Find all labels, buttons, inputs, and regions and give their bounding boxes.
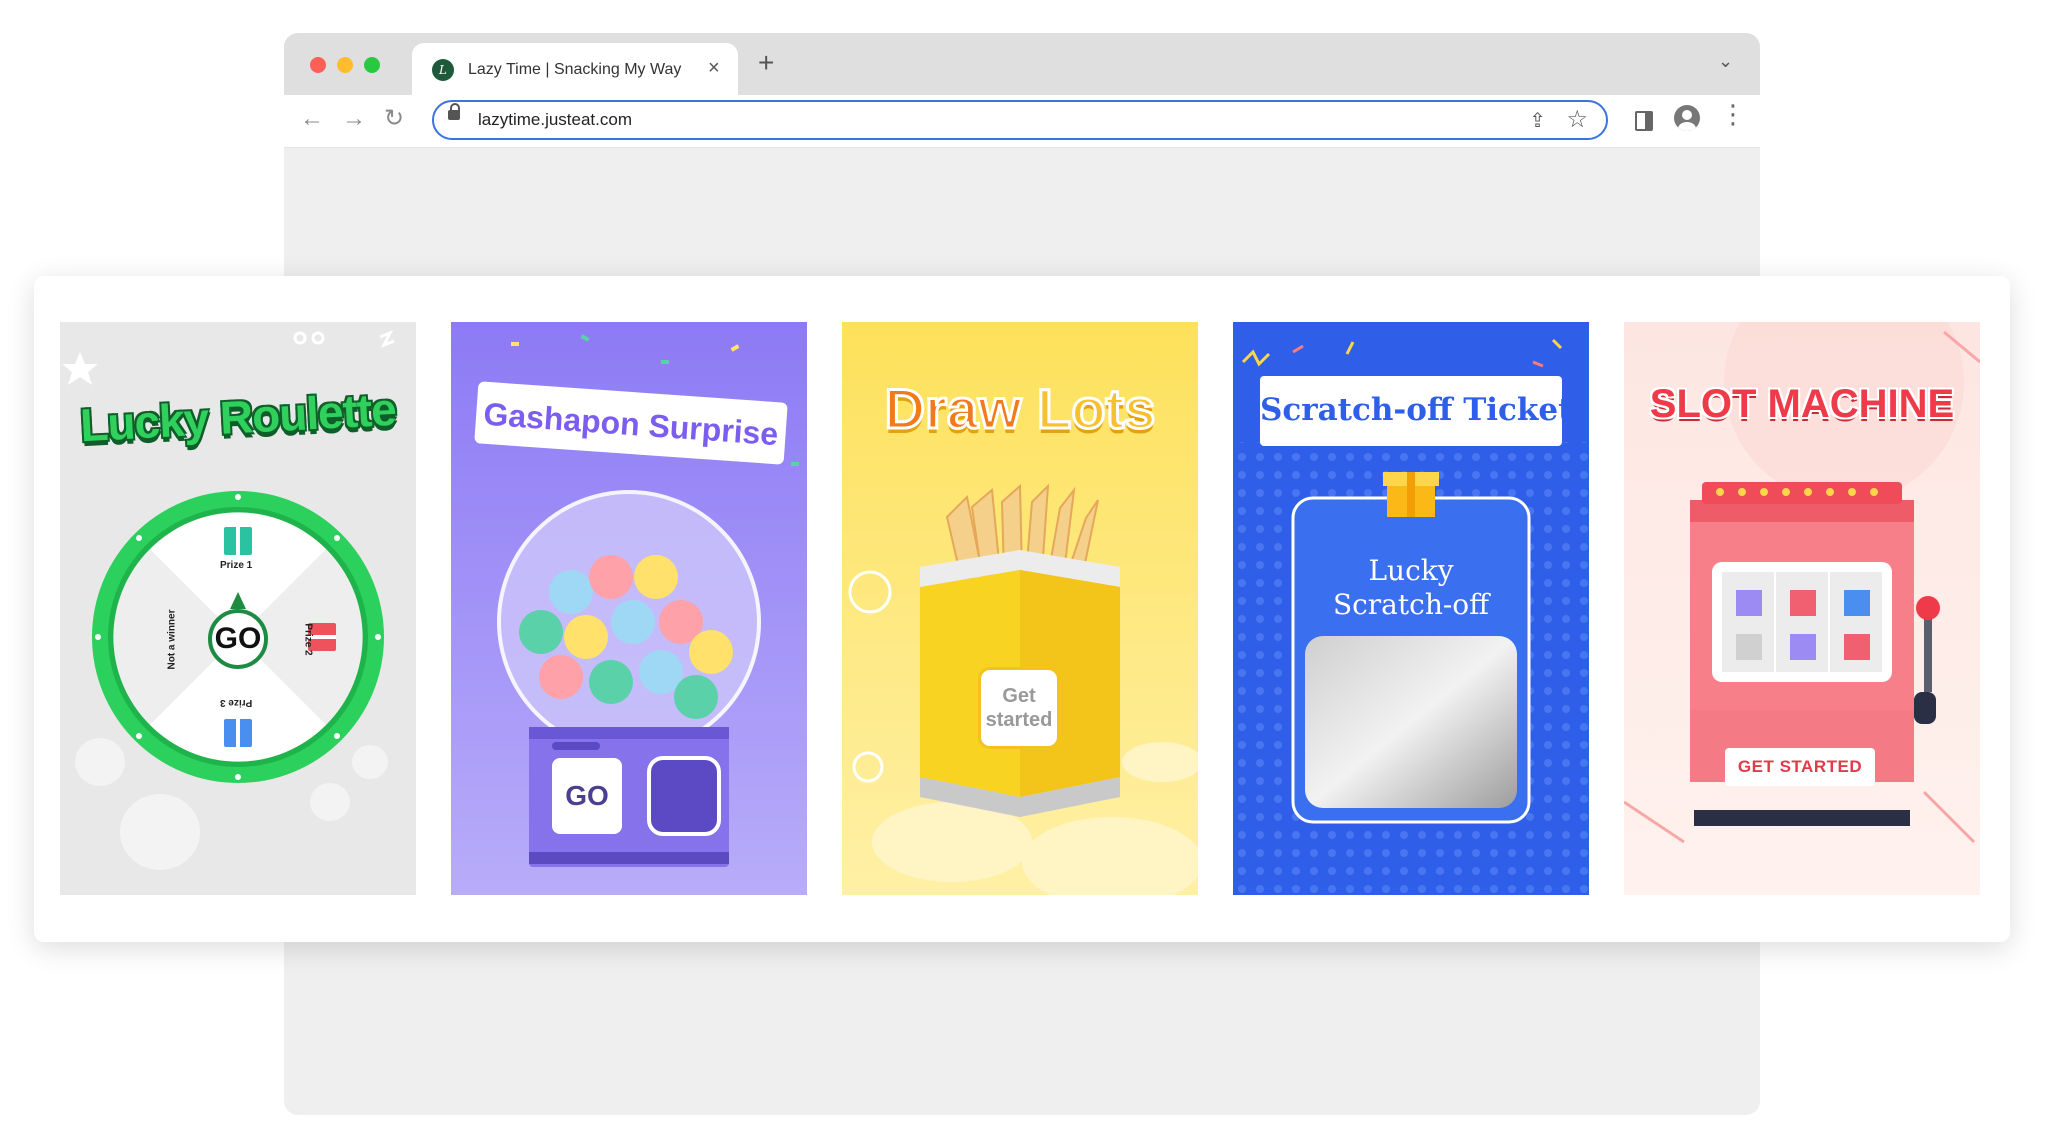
card-title: Draw Lots [842,376,1198,442]
address-bar[interactable]: lazytime.justeat.com ⇪ ☆ [432,100,1608,140]
games-showcase: Lucky Roulette Prize 1 Prize 2 Prize 3 N… [34,276,2010,942]
roulette-segment-label: Not a winner [166,609,178,670]
scratch-label-line: Lucky [1368,554,1454,587]
card-title: SLOT MACHINE [1649,382,1955,426]
bookmark-star-icon[interactable]: ☆ [1566,105,1588,134]
tab-bar: L Lazy Time | Snacking My Way × + ⌄ [284,33,1760,95]
active-tab[interactable]: L Lazy Time | Snacking My Way × [412,43,738,95]
scratch-label-line: Scratch-off [1332,588,1490,621]
gashapon-go-button[interactable]: GO [552,758,622,834]
scratch-off-tickets-card[interactable]: Scratch-off Tickets Lucky Scratch-off [1233,322,1589,895]
more-menu-icon[interactable]: ⋮ [1720,101,1746,127]
side-panel-icon[interactable] [1635,111,1653,131]
card-title-part: Lots [1036,376,1157,442]
forward-arrow-icon[interactable]: → [342,105,366,133]
roulette-segment-label: Prize 2 [302,623,314,656]
gashapon-surprise-card[interactable]: Gashapon Surprise GO [451,322,807,895]
back-arrow-icon[interactable]: ← [300,105,324,133]
card-title-banner: Scratch-off Tickets [1260,376,1589,446]
minimize-window-button[interactable] [337,57,353,73]
roulette-segment-label: Prize 1 [220,560,253,571]
site-favicon-icon: L [432,59,454,81]
close-tab-icon[interactable]: × [708,57,720,80]
get-started-button[interactable]: Get started [978,667,1060,749]
roulette-go-button[interactable]: GO [208,609,268,669]
card-title: Scratch-off Tickets [1260,392,1589,428]
share-icon[interactable]: ⇪ [1529,108,1546,133]
close-window-button[interactable] [310,57,326,73]
card-title-part: Draw [883,376,1023,442]
tab-search-chevron-icon[interactable]: ⌄ [1718,51,1733,72]
url-text[interactable]: lazytime.justeat.com [478,110,632,130]
lock-icon [448,103,460,120]
tab-title: Lazy Time | Snacking My Way [468,61,682,78]
get-started-button[interactable]: GET STARTED [1725,748,1875,786]
reload-icon[interactable]: ↻ [384,105,404,133]
lucky-roulette-card[interactable]: Lucky Roulette Prize 1 Prize 2 Prize 3 N… [60,322,416,895]
roulette-segment-label: Prize 3 [220,697,253,708]
scratch-card-label: Lucky Scratch-off [1233,554,1589,622]
maximize-window-button[interactable] [364,57,380,73]
browser-toolbar: ← → ↻ lazytime.justeat.com ⇪ ☆ ⋮ [284,95,1760,148]
profile-avatar-icon[interactable] [1674,105,1700,131]
draw-lots-card[interactable]: Draw Lots Get started [842,322,1198,895]
slot-machine-card[interactable]: SLOT MACHINE GET STARTED [1624,322,1980,895]
card-title: Gashapon Surprise [482,395,780,453]
new-tab-button[interactable]: + [758,49,774,77]
